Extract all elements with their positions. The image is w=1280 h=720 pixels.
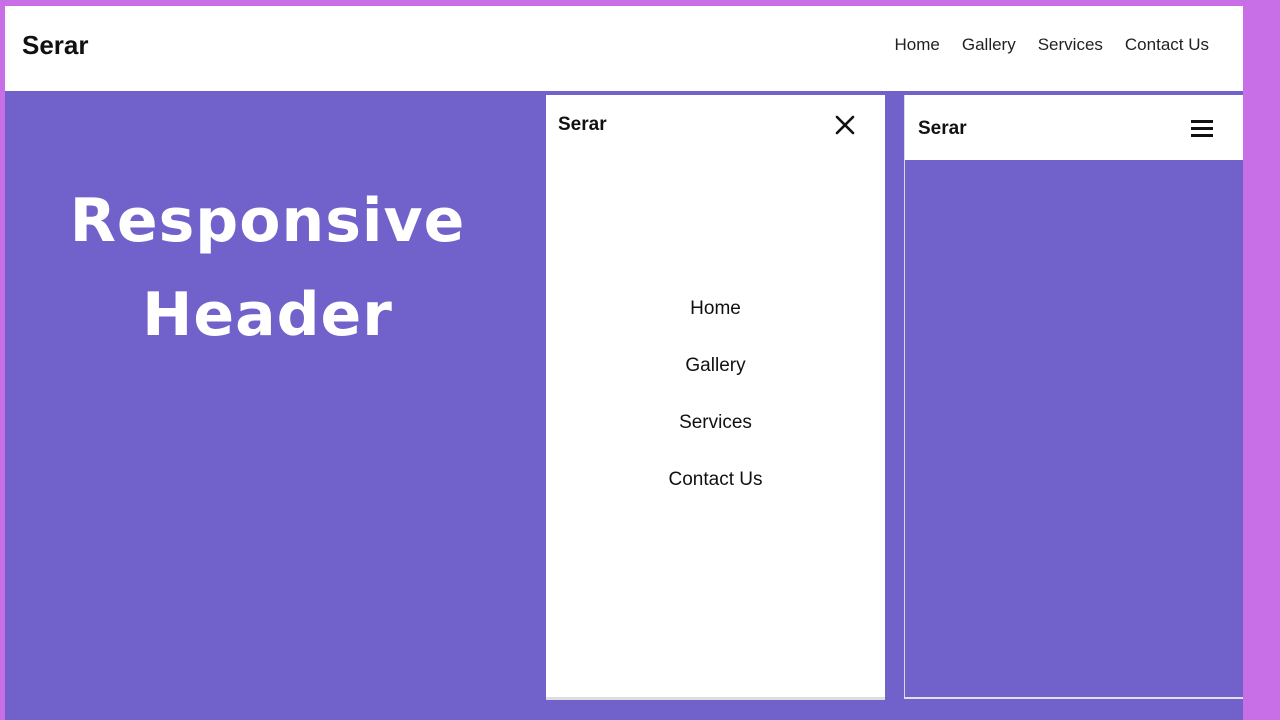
desktop-nav-contact[interactable]: Contact Us (1125, 35, 1209, 55)
hero-title-line-1: Responsive (69, 186, 466, 256)
mobile-nav-home[interactable]: Home (546, 295, 885, 352)
hamburger-icon[interactable] (1191, 120, 1213, 137)
mobile-nav-list: Home Gallery Services Contact Us (546, 295, 885, 523)
desktop-nav-home[interactable]: Home (895, 35, 940, 55)
close-icon[interactable] (833, 113, 857, 137)
mobile-closed-panel: Serar (904, 95, 1243, 699)
hero-title-line-2: Header (142, 280, 393, 350)
desktop-logo[interactable]: Serar (22, 30, 89, 61)
desktop-nav: Home Gallery Services Contact Us (895, 35, 1210, 55)
desktop-nav-gallery[interactable]: Gallery (962, 35, 1016, 55)
mobile-open-logo[interactable]: Serar (558, 114, 607, 136)
mobile-menu-open-panel: Serar Home Gallery Services Contact Us (546, 95, 885, 700)
mobile-nav-services[interactable]: Services (546, 409, 885, 466)
hero-title: Responsive Header (35, 174, 500, 362)
mobile-closed-header: Serar (905, 95, 1243, 160)
preview-frame: Serar Home Gallery Services Contact Us R… (5, 6, 1243, 720)
mobile-closed-logo[interactable]: Serar (918, 118, 967, 140)
desktop-nav-services[interactable]: Services (1038, 35, 1103, 55)
desktop-header: Serar Home Gallery Services Contact Us (5, 6, 1243, 91)
mobile-nav-contact[interactable]: Contact Us (546, 466, 885, 523)
mobile-nav-gallery[interactable]: Gallery (546, 352, 885, 409)
